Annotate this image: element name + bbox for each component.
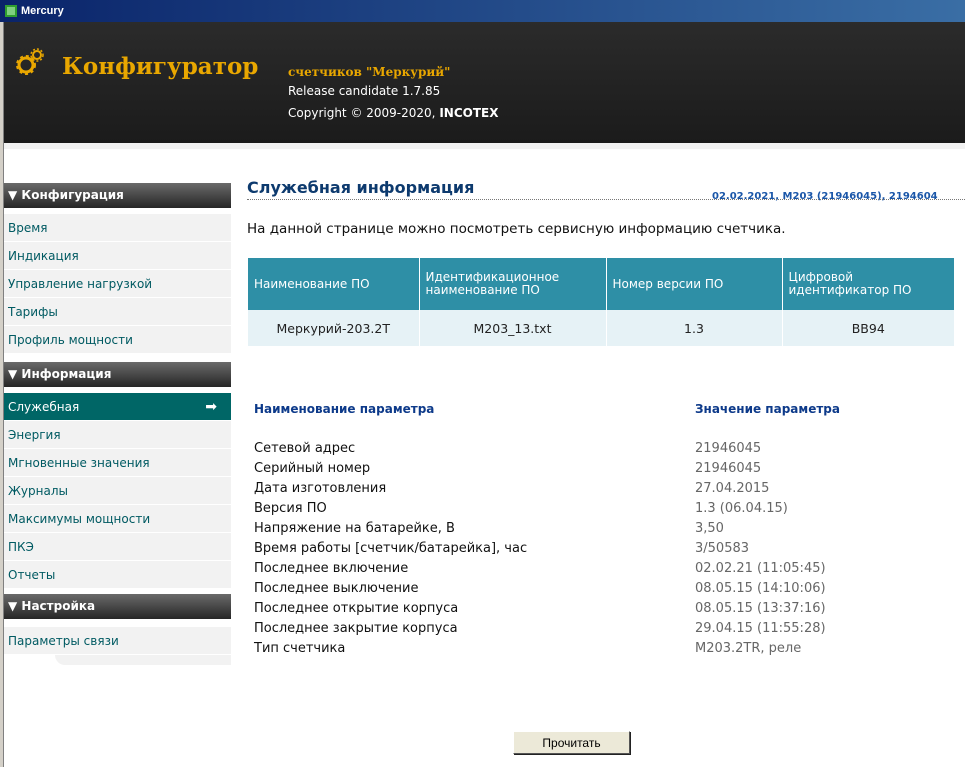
sidebar-item-indication[interactable]: Индикация [4, 242, 231, 270]
param-label: Сетевой адрес [254, 441, 356, 456]
param-value: 02.02.21 (11:05:45) [695, 561, 826, 576]
sidebar-item-service[interactable]: Служебная ➡ [4, 393, 231, 421]
sidebar-item-tariffs[interactable]: Тарифы [4, 298, 231, 326]
sidebar-item-journals[interactable]: Журналы [4, 477, 231, 505]
copyright-company: INCOTEX [439, 106, 499, 120]
window-titlebar[interactable]: Mercury [0, 0, 965, 22]
arrow-right-icon: ➡ [205, 399, 217, 415]
section-information[interactable]: ▼ Информация [4, 362, 231, 387]
app-subtitle: счетчиков "Меркурий" [288, 65, 451, 79]
sidebar-item-time[interactable]: Время [4, 214, 231, 242]
param-label: Последнее выключение [254, 581, 419, 596]
sidebar-footer [55, 655, 231, 665]
sidebar-item-energy[interactable]: Энергия [4, 421, 231, 449]
table-cell: BB94 [782, 310, 954, 346]
section-configuration[interactable]: ▼ Конфигурация [4, 183, 231, 208]
release-label: Release candidate 1.7.85 [288, 84, 441, 98]
sidebar-item-label: Служебная [8, 400, 80, 414]
sidebar-item-pke[interactable]: ПКЭ [4, 533, 231, 561]
title-divider [247, 199, 965, 200]
params-name-header: Наименование параметра [254, 402, 435, 416]
param-label: Версия ПО [254, 501, 327, 516]
page-title: Служебная информация [247, 178, 475, 197]
table-cell: Меркурий-203.2Т [248, 310, 420, 346]
table-row: Меркурий-203.2Т M203_13.txt 1.3 BB94 [248, 310, 954, 346]
param-label: Тип счетчика [254, 641, 346, 656]
sidebar-item-power-profile[interactable]: Профиль мощности [4, 326, 231, 354]
section-settings[interactable]: ▼ Настройка [4, 594, 231, 619]
param-label: Последнее открытие корпуса [254, 601, 459, 616]
param-value: 21946045 [695, 461, 762, 476]
table-header: Номер версии ПО [606, 258, 783, 310]
param-label: Последнее включение [254, 561, 409, 576]
param-value: 29.04.15 (11:55:28) [695, 621, 826, 636]
table-cell: M203_13.txt [419, 310, 607, 346]
param-value: 3/50583 [695, 541, 750, 556]
param-value: 21946045 [695, 441, 762, 456]
param-label: Время работы [счетчик/батарейка], час [254, 541, 528, 556]
param-value: 08.05.15 (13:37:16) [695, 601, 826, 616]
table-header-row: Наименование ПО Идентификационное наимен… [248, 258, 954, 310]
copyright-text: Copyright © 2009-2020, [288, 106, 440, 120]
copyright-label: Copyright © 2009-2020, INCOTEX [288, 106, 498, 120]
param-value: 08.05.15 (14:10:06) [695, 581, 826, 596]
software-table: Наименование ПО Идентификационное наимен… [248, 258, 954, 346]
window-title: Mercury [21, 5, 64, 17]
param-value: 27.04.2015 [695, 481, 770, 496]
param-label: Последнее закрытие корпуса [254, 621, 458, 636]
table-header: Наименование ПО [248, 258, 420, 310]
param-value: M203.2TR, реле [695, 641, 802, 656]
sidebar-item-power-maximums[interactable]: Максимумы мощности [4, 505, 231, 533]
meter-info: 02.02.2021, M203 (21946045), 2194604 [712, 191, 938, 202]
param-label: Дата изготовления [254, 481, 387, 496]
param-label: Серийный номер [254, 461, 371, 476]
page-intro: На данной странице можно посмотреть серв… [247, 221, 786, 237]
params-value-header: Значение параметра [695, 402, 840, 416]
sidebar-item-load-control[interactable]: Управление нагрузкой [4, 270, 231, 298]
sidebar-item-reports[interactable]: Отчеты [4, 561, 231, 589]
table-header: Цифровой идентификатор ПО [782, 258, 954, 310]
sidebar-item-connection-params[interactable]: Параметры связи [4, 627, 231, 655]
app-header: Конфигуратор счетчиков "Меркурий" Releas… [4, 22, 965, 149]
table-header: Идентификационное наименование ПО [419, 258, 607, 310]
read-button[interactable]: Прочитать [513, 731, 630, 754]
param-label: Напряжение на батарейке, В [254, 521, 455, 536]
gears-icon [16, 48, 44, 75]
param-value: 1.3 (06.04.15) [695, 501, 788, 516]
param-value: 3,50 [695, 521, 724, 536]
app-brand: Конфигуратор [62, 53, 259, 80]
sidebar-item-instant-values[interactable]: Мгновенные значения [4, 449, 231, 477]
app-icon [5, 5, 17, 17]
table-cell: 1.3 [606, 310, 783, 346]
